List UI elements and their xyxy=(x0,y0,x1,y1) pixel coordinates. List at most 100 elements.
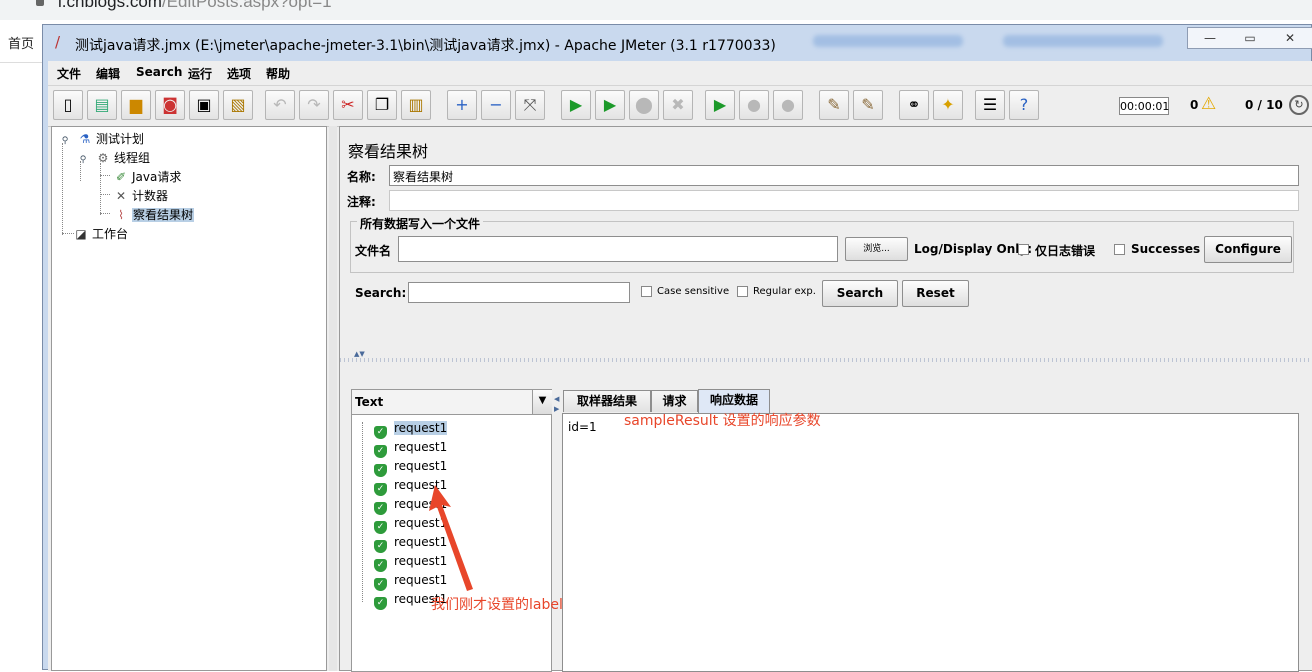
menu-file[interactable]: 文件 xyxy=(57,65,81,82)
templates-icon[interactable]: ▤ xyxy=(87,90,117,120)
browser-address-bar: i.cnblogs.com/EditPosts.aspx?opt=1 xyxy=(0,0,1312,20)
blurred-background xyxy=(813,35,963,47)
filename-input[interactable] xyxy=(398,236,838,262)
chevron-down-icon[interactable]: ▼ xyxy=(532,390,552,414)
success-shield-icon: ✓ xyxy=(374,483,387,496)
undo-icon[interactable]: ↶ xyxy=(265,90,295,120)
successes-checkbox[interactable] xyxy=(1114,244,1125,255)
menu-help[interactable]: 帮助 xyxy=(266,65,290,82)
close-file-icon[interactable]: ◙ xyxy=(155,90,185,120)
horizontal-splitter[interactable] xyxy=(340,358,1312,362)
jmeter-window: / 测试java请求.jmx (E:\jmeter\apache-jmeter-… xyxy=(42,24,1312,672)
tree-node-counter[interactable]: ✕ 计数器 xyxy=(112,187,168,204)
redo-icon[interactable]: ↷ xyxy=(299,90,329,120)
clear-icon[interactable]: ✎ xyxy=(819,90,849,120)
browser-url[interactable]: i.cnblogs.com/EditPosts.aspx?opt=1 xyxy=(58,0,332,12)
active-threads: 0 / 10 xyxy=(1245,98,1283,112)
browser-home-link[interactable]: 首页 xyxy=(8,33,34,52)
window-title: 测试java请求.jmx (E:\jmeter\apache-jmeter-3.… xyxy=(75,38,776,54)
expand-toggle-icon[interactable]: ⚲ xyxy=(74,155,92,165)
close-icon[interactable]: ✕ xyxy=(1270,29,1310,47)
toggle-icon[interactable]: ⤧ xyxy=(515,90,545,120)
error-count: 0 xyxy=(1190,98,1199,112)
log-viewer-icon[interactable]: ↻ xyxy=(1289,95,1309,115)
configure-button[interactable]: Configure xyxy=(1204,236,1292,263)
workbench-icon: ◪ xyxy=(75,227,87,241)
response-data-area[interactable]: id=1 xyxy=(562,413,1299,672)
warning-icon[interactable]: ⚠ xyxy=(1201,94,1216,114)
comment-field[interactable] xyxy=(389,190,1299,211)
tree-node-workbench[interactable]: ◪ 工作台 xyxy=(72,225,128,242)
menu-search[interactable]: Search xyxy=(136,65,182,79)
gear-icon: ⚙ xyxy=(97,151,109,165)
reset-search-icon[interactable]: ✦ xyxy=(933,90,963,120)
result-item[interactable]: ✓ request1 xyxy=(374,440,447,458)
group-title: 所有数据写入一个文件 xyxy=(357,215,484,232)
success-shield-icon: ✓ xyxy=(374,597,387,610)
success-shield-icon: ✓ xyxy=(374,464,387,477)
pane-splitter[interactable] xyxy=(329,126,337,671)
tools-icon: ✕ xyxy=(115,189,127,203)
maximize-icon[interactable]: ▭ xyxy=(1230,29,1270,47)
result-item[interactable]: ✓ request1 xyxy=(374,459,447,477)
name-label: 名称: xyxy=(347,170,376,184)
start-icon[interactable]: ▶ xyxy=(561,90,591,120)
remote-shutdown-icon[interactable]: ● xyxy=(773,90,803,120)
regex-checkbox[interactable] xyxy=(737,286,748,297)
menu-run[interactable]: 运行 xyxy=(188,65,212,82)
title-bar[interactable]: / 测试java请求.jmx (E:\jmeter\apache-jmeter-… xyxy=(43,25,1312,61)
binoculars-icon[interactable]: ⚭ xyxy=(899,90,929,120)
function-helper-icon[interactable]: ☰ xyxy=(975,90,1005,120)
paste-icon[interactable]: ▥ xyxy=(401,90,431,120)
window-controls: — ▭ ✕ xyxy=(1187,27,1312,49)
search-label: Search: xyxy=(355,286,407,300)
name-field[interactable]: 察看结果树 xyxy=(389,165,1299,186)
renderer-select[interactable]: Text ▼ xyxy=(352,390,552,415)
save-as-icon[interactable]: ▧ xyxy=(223,90,253,120)
new-icon[interactable]: ▯ xyxy=(53,90,83,120)
panel-title: 察看结果树 xyxy=(348,142,429,161)
tree-label: 计数器 xyxy=(132,189,169,203)
search-input[interactable] xyxy=(408,282,630,303)
case-sensitive-checkbox[interactable] xyxy=(641,286,652,297)
search-button[interactable]: Search xyxy=(822,280,898,307)
split-arrows-icon[interactable]: ▲▼ xyxy=(354,351,365,358)
remote-start-icon[interactable]: ▶ xyxy=(705,90,735,120)
success-shield-icon: ✓ xyxy=(374,521,387,534)
client-area: 文件 编辑 Search 运行 选项 帮助 ▯ ▤ ▆ ◙ ▣ ▧ ↶ ↷ ✂ … xyxy=(48,61,1312,672)
renderer-value: Text xyxy=(355,395,384,409)
tab-sampler-result[interactable]: 取样器结果 xyxy=(563,390,651,412)
vertical-splitter[interactable]: ◀ ▶ xyxy=(553,389,561,672)
result-item-label: request1 xyxy=(394,421,448,435)
save-icon[interactable]: ▣ xyxy=(189,90,219,120)
tab-request[interactable]: 请求 xyxy=(651,390,698,412)
remote-stop-icon[interactable]: ● xyxy=(739,90,769,120)
success-shield-icon: ✓ xyxy=(374,559,387,572)
help-icon[interactable]: ? xyxy=(1009,90,1039,120)
menu-edit[interactable]: 编辑 xyxy=(96,65,120,82)
blurred-background xyxy=(1003,35,1163,47)
tree-label: 察看结果树 xyxy=(132,208,195,222)
errors-only-checkbox[interactable] xyxy=(1018,244,1029,255)
cut-icon[interactable]: ✂ xyxy=(333,90,363,120)
success-shield-icon: ✓ xyxy=(374,578,387,591)
reset-button[interactable]: Reset xyxy=(902,280,969,307)
clear-all-icon[interactable]: ✎ xyxy=(853,90,883,120)
copy-icon[interactable]: ❐ xyxy=(367,90,397,120)
stop-icon[interactable]: ⬤ xyxy=(629,90,659,120)
start-no-pauses-icon[interactable]: ▶ xyxy=(595,90,625,120)
browse-button[interactable]: 浏览... xyxy=(845,237,908,261)
tree-node-java-request[interactable]: ✐ Java请求 xyxy=(112,168,181,185)
collapse-icon[interactable]: − xyxy=(481,90,511,120)
menu-options[interactable]: 选项 xyxy=(227,65,251,82)
tree-node-thread-group[interactable]: ⚲ ⚙ 线程组 xyxy=(74,149,150,166)
minimize-icon[interactable]: — xyxy=(1190,29,1230,47)
result-item[interactable]: ✓ request1 xyxy=(374,421,448,439)
expand-icon[interactable]: + xyxy=(447,90,477,120)
annotation-arrow xyxy=(429,485,473,591)
expand-toggle-icon[interactable]: ⚲ xyxy=(56,136,74,146)
shutdown-icon[interactable]: ✖ xyxy=(663,90,693,120)
tree-node-test-plan[interactable]: ⚲ ⚗ 测试计划 xyxy=(56,130,144,147)
tree-node-results-tree[interactable]: ⌇ 察看结果树 xyxy=(112,206,195,223)
open-icon[interactable]: ▆ xyxy=(121,90,151,120)
